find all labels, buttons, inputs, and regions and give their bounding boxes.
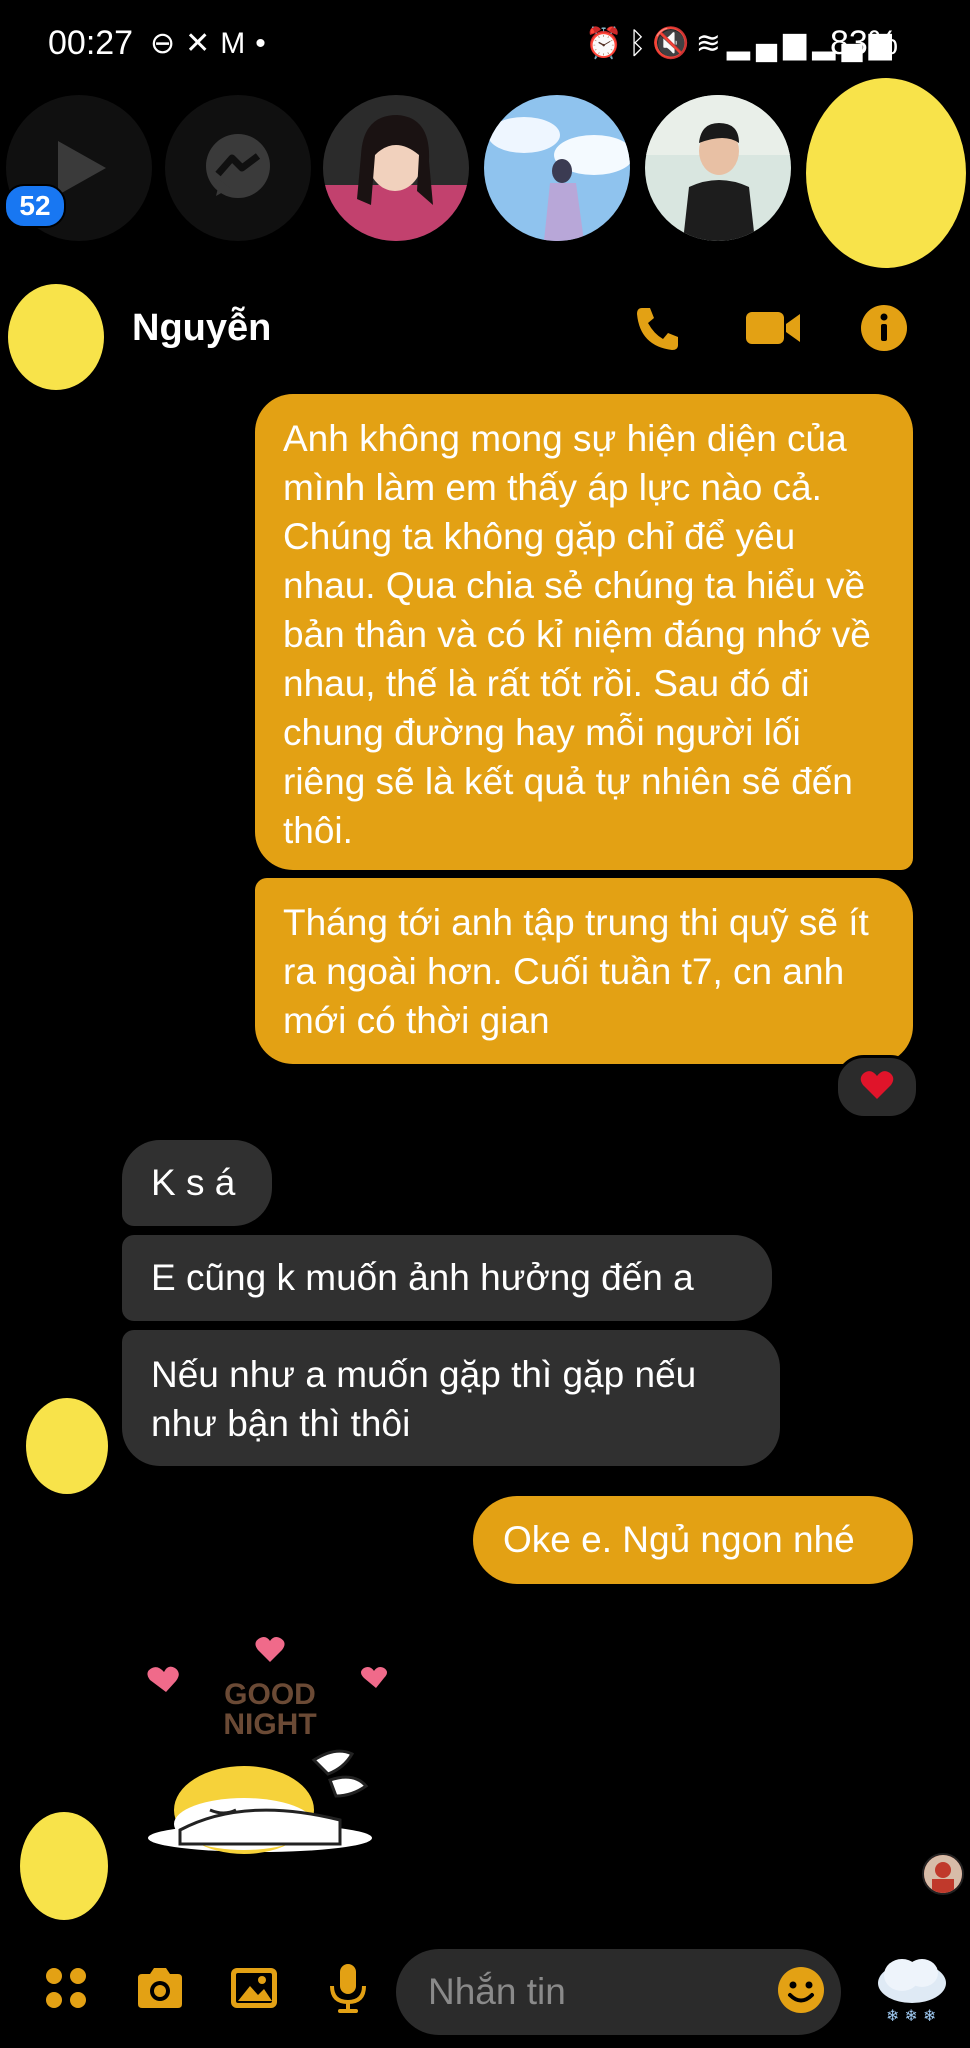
message-incoming[interactable]: Nếu như a muốn gặp thì gặp nếu như bận t… [122, 1330, 780, 1466]
seen-receipt-avatar [922, 1853, 964, 1895]
unread-badge: 52 [4, 184, 66, 228]
message-incoming[interactable]: K s á [122, 1140, 272, 1226]
chat-header: Nguyễn [0, 262, 970, 397]
contact-name[interactable]: Nguyễn [132, 307, 271, 350]
phone-icon[interactable] [632, 302, 684, 354]
messenger-button[interactable] [165, 95, 311, 241]
svg-text:❄ ❄ ❄: ❄ ❄ ❄ [886, 2006, 936, 2025]
story-avatar-2[interactable] [484, 95, 630, 241]
message-outgoing[interactable]: Anh không mong sự hiện diện của mình làm… [255, 394, 913, 870]
mute-icon: 🔇 [652, 27, 696, 60]
message-composer: ❄ ❄ ❄ [0, 1935, 970, 2048]
avatar-photo [323, 95, 469, 241]
avatar-photo [484, 95, 630, 241]
weather-sticker-icon[interactable]: ❄ ❄ ❄ [872, 1951, 952, 2031]
message-incoming[interactable]: E cũng k muốn ảnh hưởng đến a [122, 1235, 772, 1321]
avatar-photo [645, 95, 791, 241]
status-time: 00:27 [48, 24, 134, 62]
signal-icon: ▂▄▆ [726, 27, 813, 60]
message-outgoing[interactable]: Oke e. Ngủ ngon nhé [473, 1496, 913, 1584]
story-avatar-1[interactable] [323, 95, 469, 241]
goodnight-sticker[interactable]: GOOD NIGHT [140, 1620, 400, 1880]
heart-icon [860, 1070, 894, 1105]
gmail-icon: M [220, 27, 256, 60]
bluetooth-icon: ᛒ [628, 27, 653, 60]
contact-avatar[interactable] [8, 284, 104, 390]
battery-level: 83% [830, 24, 899, 62]
dot-icon: • [255, 27, 276, 60]
emoji-icon[interactable] [775, 1964, 827, 2016]
message-outgoing[interactable]: Tháng tới anh tập trung thi quỹ sẽ ít ra… [255, 878, 913, 1064]
sticker-text-line1: GOOD [224, 1678, 316, 1711]
camera-icon[interactable] [132, 1960, 188, 2016]
wifi-icon: ≋ [695, 27, 727, 60]
sticker-text-line2: NIGHT [223, 1708, 316, 1741]
apps-icon[interactable] [38, 1960, 94, 2016]
reaction-badge[interactable] [835, 1055, 919, 1119]
gallery-icon[interactable] [226, 1960, 282, 2016]
sender-avatar [26, 1398, 108, 1494]
redaction-mark [806, 78, 966, 268]
story-avatar-3[interactable] [645, 95, 791, 241]
stories-row: 52 [0, 78, 970, 268]
video-icon[interactable] [744, 302, 802, 354]
status-left-icons: ⊖✕M• [150, 26, 276, 61]
status-bar: 00:27 ⊖✕M• ⏰ᛒ🔇≋▂▄▆▂▄▆ 83% [0, 0, 970, 92]
missed-call-icon: ✕ [185, 27, 221, 60]
alarm-icon: ⏰ [585, 27, 629, 60]
do-not-disturb-icon: ⊖ [150, 27, 186, 60]
info-icon[interactable] [858, 302, 910, 354]
messenger-icon [165, 95, 311, 241]
mic-icon[interactable] [320, 1960, 376, 2016]
sender-avatar [20, 1812, 108, 1920]
